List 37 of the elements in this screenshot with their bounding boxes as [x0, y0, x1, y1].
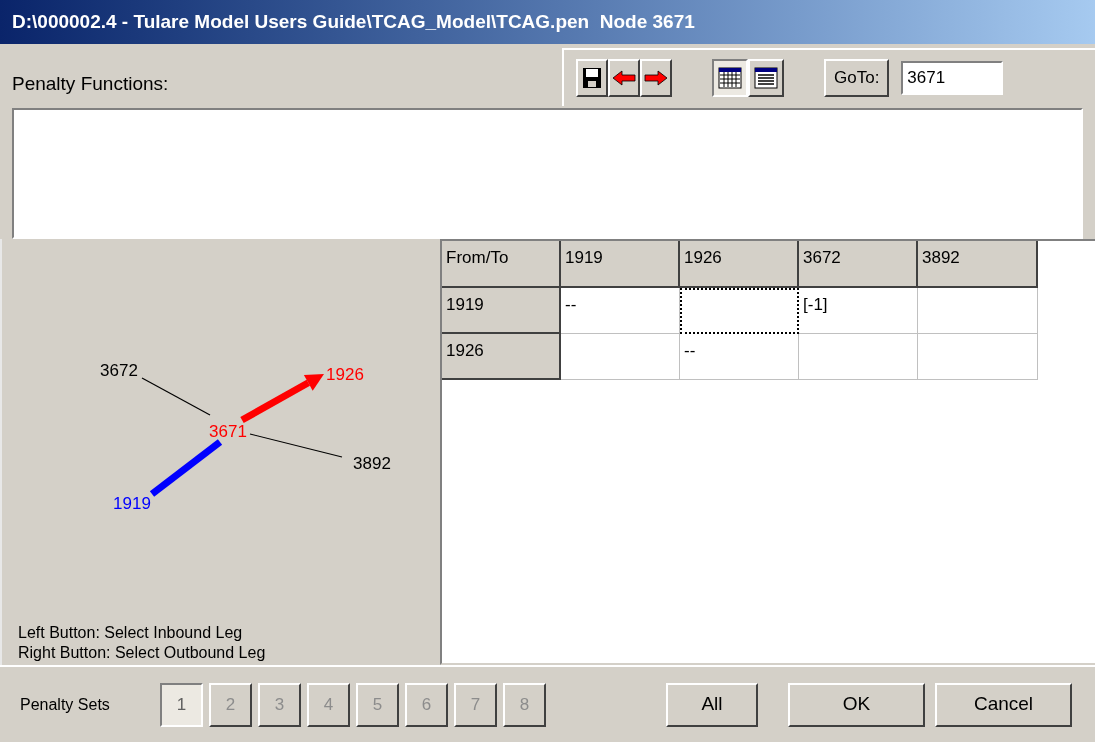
- column-header[interactable]: 1919: [561, 241, 680, 288]
- table-cell[interactable]: [680, 288, 799, 334]
- table-cell[interactable]: [-1]: [799, 288, 918, 334]
- save-icon: [582, 67, 602, 89]
- section-label: Penalty Functions:: [12, 71, 170, 96]
- right-arrow-icon: [644, 70, 668, 86]
- node-label[interactable]: 3672: [100, 361, 138, 380]
- node-input[interactable]: 3671: [901, 61, 1004, 95]
- column-header[interactable]: 1926: [680, 241, 799, 288]
- cancel-button[interactable]: Cancel: [935, 682, 1072, 727]
- left-arrow-icon: [612, 70, 636, 86]
- hint-text: Left Button: Select Inbound Leg: [18, 623, 244, 643]
- grid-icon: [718, 67, 742, 89]
- node-label[interactable]: 3892: [353, 454, 391, 473]
- column-header[interactable]: 3892: [918, 241, 1038, 288]
- row-header[interactable]: 1919: [442, 288, 561, 334]
- hint-text: Right Button: Select Outbound Leg: [18, 643, 266, 663]
- penalty-set-button[interactable]: 1: [160, 682, 203, 727]
- goto-button[interactable]: GoTo:: [824, 59, 890, 97]
- save-button[interactable]: [576, 59, 608, 97]
- penalty-sets-label: Penalty Sets: [20, 694, 111, 715]
- column-header: From/To: [442, 241, 561, 288]
- link-line: [141, 377, 211, 416]
- column-header[interactable]: 3672: [799, 241, 918, 288]
- node-label[interactable]: 1919: [113, 494, 151, 513]
- window-title: D:\000002.4 - Tulare Model Users Guide\TCAG_Model\TCAG.pen Node 3671: [12, 9, 695, 34]
- table-cell[interactable]: --: [680, 334, 799, 380]
- ok-button[interactable]: OK: [788, 682, 925, 727]
- all-button[interactable]: All: [666, 682, 758, 727]
- view-toggle[interactable]: [712, 59, 748, 97]
- table-cell[interactable]: --: [561, 288, 680, 334]
- outbound-arrow[interactable]: [240, 374, 324, 424]
- row-header[interactable]: 1926: [442, 334, 561, 380]
- back-button[interactable]: [608, 59, 640, 97]
- inbound-leg[interactable]: [149, 439, 223, 497]
- list-icon: [754, 67, 778, 89]
- forward-button[interactable]: [640, 59, 672, 97]
